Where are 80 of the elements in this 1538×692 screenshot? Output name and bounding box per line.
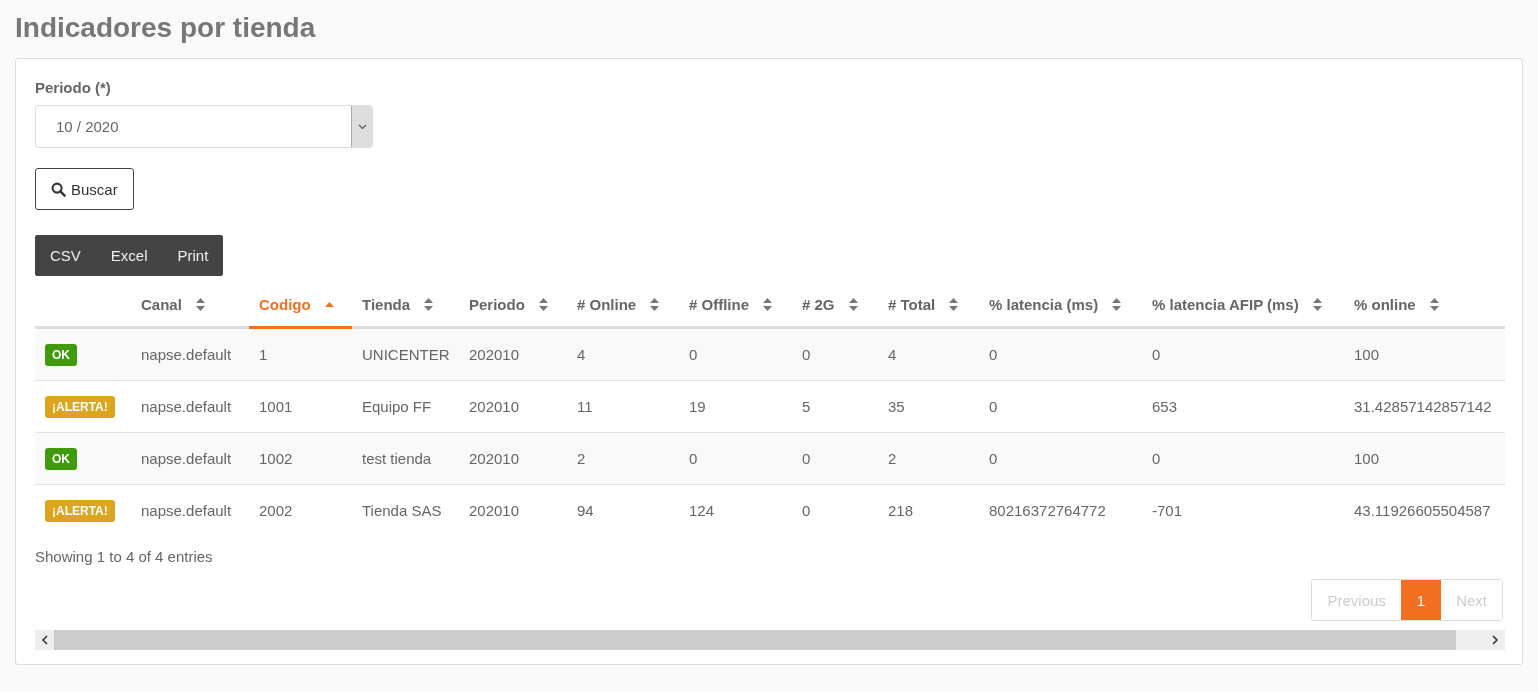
table-cell: 2 (888, 450, 897, 467)
column-header[interactable]: Canal (141, 295, 182, 313)
table-cell: Equipo FF (362, 398, 432, 415)
table-cell: napse.default (141, 346, 232, 363)
table-cell: 0 (1152, 450, 1161, 467)
field-label: Periodo (*) (35, 79, 112, 96)
status-badge: ¡ALERTA! (45, 499, 115, 522)
table-cell: 1001 (259, 398, 293, 415)
table-cell: 202010 (469, 346, 520, 363)
table-cell: 202010 (469, 502, 520, 519)
table-cell: 1 (259, 346, 268, 363)
table-cell: 4 (577, 346, 586, 363)
table-cell: -701 (1152, 502, 1183, 519)
sort-icon[interactable] (949, 297, 959, 311)
table-cell: napse.default (141, 398, 232, 415)
status-badge: OK (45, 343, 77, 366)
table-cell: 80216372764772 (989, 502, 1106, 519)
sort-icon[interactable] (763, 297, 772, 311)
table-cell: 100 (1354, 450, 1380, 467)
table-cell: 0 (802, 502, 811, 519)
table-cell: 31.42857142857142 (1354, 398, 1492, 415)
column-header[interactable]: Tienda (362, 295, 411, 313)
column-header[interactable]: # Offline (689, 295, 749, 313)
sort-icon[interactable] (1429, 297, 1439, 311)
table-cell: 5 (802, 398, 811, 415)
scroll-left-icon[interactable] (41, 635, 48, 645)
sort-icon[interactable] (1112, 297, 1122, 311)
table-cell: 653 (1152, 398, 1178, 415)
table-cell: 100 (1354, 346, 1380, 363)
sort-ascending-icon[interactable] (324, 301, 334, 307)
table-cell: 4 (888, 346, 897, 363)
period-select[interactable]: 10 / 2020 (35, 105, 373, 148)
entries-info: Showing 1 to 4 of 4 entries (35, 548, 214, 565)
column-header[interactable]: % online (1354, 295, 1416, 313)
table-cell: 218 (888, 502, 914, 519)
table-cell: 0 (989, 450, 998, 467)
status-badge: OK (45, 447, 77, 470)
status-badge: ¡ALERTA! (45, 395, 115, 418)
table-cell: test tienda (362, 450, 432, 467)
table-cell: 202010 (469, 450, 520, 467)
table-cell: 2 (577, 450, 586, 467)
scroll-right-icon[interactable] (1492, 635, 1499, 645)
pagination-button[interactable]: 1 (1400, 580, 1442, 620)
sort-icon[interactable] (1312, 297, 1322, 311)
table-cell: 11 (577, 398, 593, 415)
table-cell: 0 (689, 450, 698, 467)
column-header[interactable]: # 2G (802, 295, 835, 313)
column-header[interactable]: Periodo (469, 295, 525, 313)
table-cell: 19 (689, 398, 706, 415)
table-cell: 0 (689, 346, 698, 363)
table-cell: 0 (802, 346, 811, 363)
table-cell: 0 (989, 398, 998, 415)
table-cell: 94 (577, 502, 594, 519)
sort-icon[interactable] (848, 297, 858, 311)
table-cell: 202010 (469, 398, 520, 415)
table-cell: 43.11926605504587 (1354, 502, 1491, 519)
table-cell: 0 (989, 346, 998, 363)
table-cell: napse.default (141, 502, 232, 519)
table-cell: UNICENTER (362, 346, 450, 363)
table-cell: 2002 (259, 502, 293, 519)
search-button[interactable]: Buscar (35, 168, 134, 210)
sort-icon[interactable] (538, 297, 548, 311)
column-header[interactable]: % latencia AFIP (ms) (1152, 295, 1299, 313)
search-icon (51, 181, 66, 197)
horizontal-scrollbar[interactable] (35, 630, 1505, 650)
table-cell: 1002 (259, 450, 293, 467)
page-title: Indicadores por tienda (15, 11, 317, 45)
column-header[interactable]: % latencia (ms) (989, 295, 1099, 313)
table-cell: 35 (888, 398, 905, 415)
sort-icon[interactable] (650, 297, 660, 311)
table-cell: 0 (802, 450, 811, 467)
table-cell: napse.default (141, 450, 232, 467)
column-header[interactable]: Codigo (259, 295, 311, 313)
column-header[interactable]: # Total (888, 295, 936, 313)
column-header[interactable]: # Online (577, 295, 637, 313)
table-cell: 124 (689, 502, 715, 519)
sort-icon[interactable] (424, 297, 434, 311)
table-cell: 0 (1152, 346, 1161, 363)
sort-icon[interactable] (195, 297, 205, 311)
table-cell: Tienda SAS (362, 502, 442, 519)
